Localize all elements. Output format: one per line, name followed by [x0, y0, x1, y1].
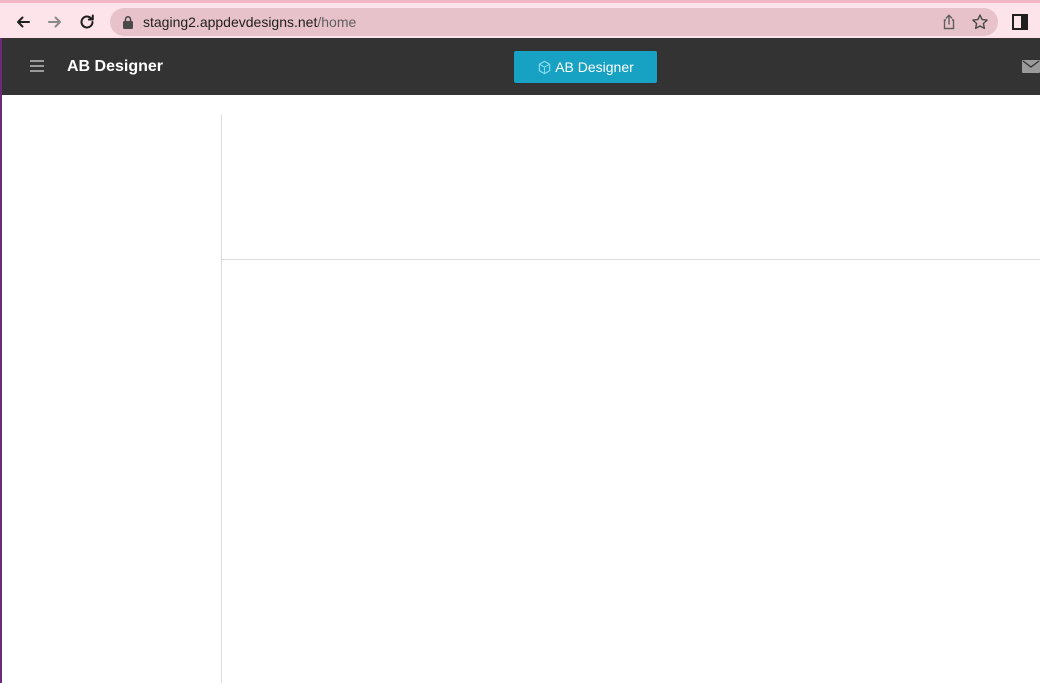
url-text[interactable]: staging2.appdevdesigns.net/home [143, 14, 356, 30]
side-panel-icon[interactable] [1012, 14, 1028, 30]
url-path: /home [317, 14, 357, 30]
star-icon[interactable] [971, 13, 989, 31]
app-title: AB Designer [67, 58, 164, 75]
back-arrow-icon [17, 16, 30, 28]
hamburger-menu-icon[interactable] [30, 60, 46, 74]
sidebar [2, 95, 221, 683]
browser-toolbar: staging2.appdevdesigns.net/home [0, 0, 1040, 38]
top-panel [222, 115, 1040, 259]
main-content-area [222, 260, 1040, 683]
back-button[interactable] [10, 9, 36, 35]
share-icon[interactable] [940, 13, 958, 31]
app-header: AB Designer AB Designer [0, 38, 1040, 95]
forward-button[interactable] [42, 9, 68, 35]
cube-icon [538, 60, 551, 74]
reload-button[interactable] [74, 9, 100, 35]
lock-icon [123, 16, 133, 29]
forward-arrow-icon [48, 16, 61, 28]
mail-icon[interactable] [1022, 60, 1040, 73]
ab-designer-button-label: AB Designer [555, 59, 634, 75]
reload-icon [80, 14, 94, 29]
url-host: staging2.appdevdesigns.net [143, 14, 318, 30]
address-bar[interactable]: staging2.appdevdesigns.net/home [110, 8, 998, 36]
ab-designer-button[interactable]: AB Designer [514, 51, 657, 83]
